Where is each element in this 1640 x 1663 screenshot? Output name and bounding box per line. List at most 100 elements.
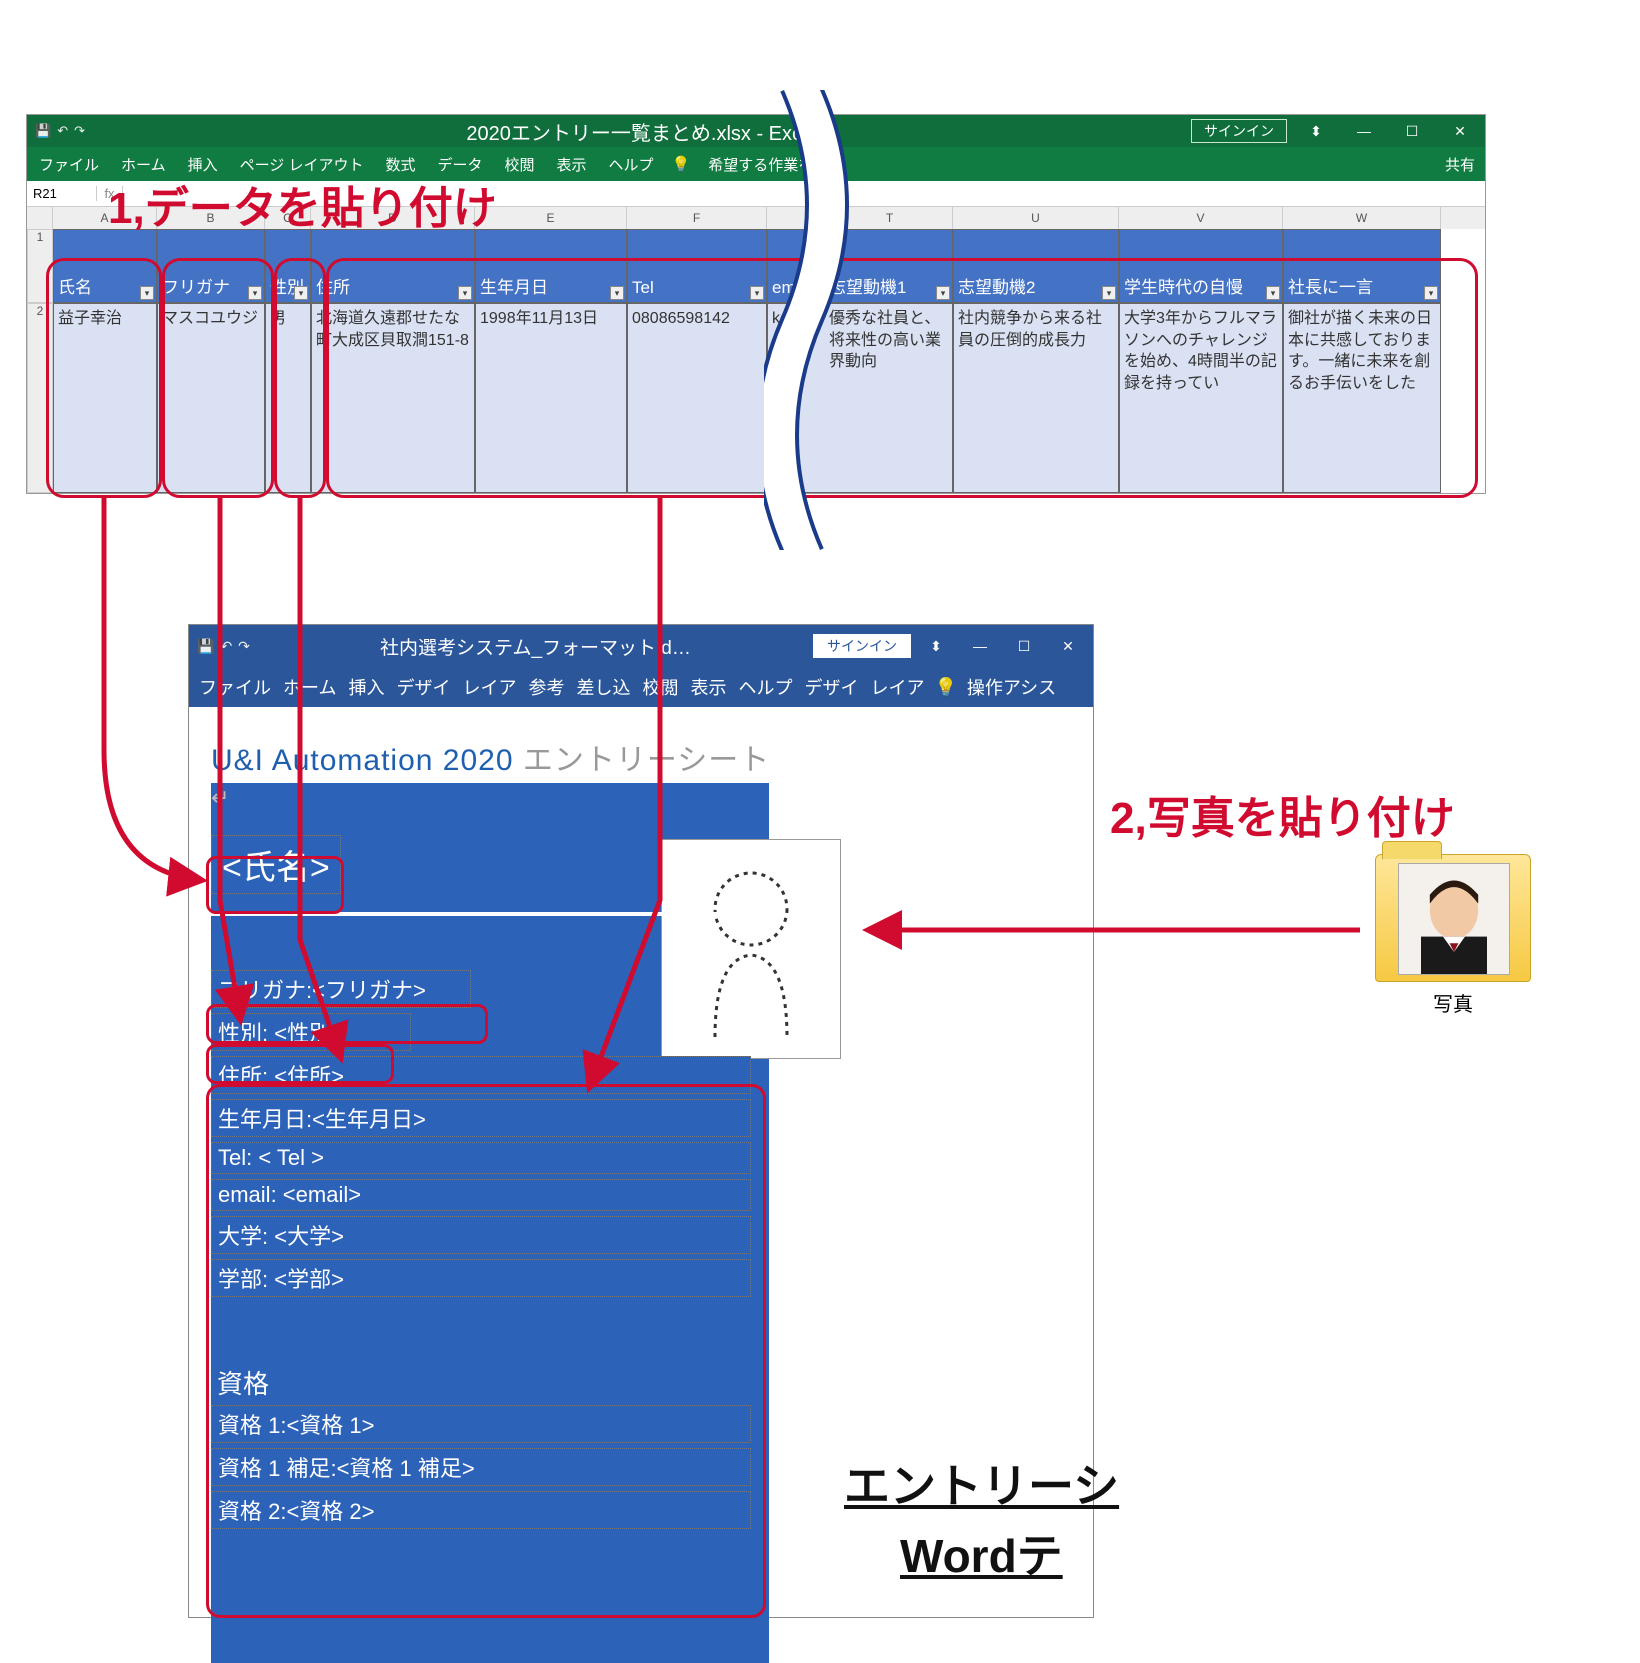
filter-icon[interactable]: ▾ xyxy=(248,286,262,300)
filter-icon[interactable]: ▾ xyxy=(610,286,624,300)
tab-insert[interactable]: 挿入 xyxy=(184,150,222,179)
filter-icon[interactable]: ▾ xyxy=(140,286,154,300)
redo-icon[interactable]: ↷ xyxy=(74,123,85,139)
maximize-icon[interactable]: ☐ xyxy=(1393,123,1431,140)
field-university[interactable]: 大学: <大学> xyxy=(211,1216,751,1254)
field-name[interactable]: <氏名> xyxy=(211,835,341,894)
th-motive1[interactable]: 志望動機1▾ xyxy=(825,229,953,303)
cell-gender[interactable]: 男 xyxy=(265,303,311,493)
col-a[interactable]: A xyxy=(53,207,157,229)
tab-view[interactable]: 表示 xyxy=(553,150,591,179)
minimize-icon[interactable]: — xyxy=(1345,123,1383,139)
tab-layout[interactable]: レイア xyxy=(460,670,518,704)
undo-icon[interactable]: ↶ xyxy=(220,638,232,655)
tab-file[interactable]: ファイル xyxy=(197,670,273,704)
th-motive2[interactable]: 志望動機2▾ xyxy=(953,229,1119,303)
tab-data[interactable]: データ xyxy=(433,150,486,179)
fx-icon[interactable]: fx xyxy=(97,186,123,201)
tab-design2[interactable]: デザイ xyxy=(802,670,860,704)
tab-references[interactable]: 参考 xyxy=(526,670,566,704)
th-pride[interactable]: 学生時代の自慢▾ xyxy=(1119,229,1283,303)
tab-design[interactable]: デザイ xyxy=(394,670,452,704)
cell-motive2[interactable]: 社内競争から来る社員の圧倒的成長力 xyxy=(953,303,1119,493)
filter-icon[interactable]: ▾ xyxy=(294,286,308,300)
col-u[interactable]: U xyxy=(953,207,1119,229)
th-dob[interactable]: 生年月日▾ xyxy=(475,229,627,303)
tab-review[interactable]: 校閲 xyxy=(640,670,680,704)
tab-review[interactable]: 校閲 xyxy=(501,150,539,179)
filter-icon[interactable]: ▾ xyxy=(936,286,950,300)
field-furigana[interactable]: フリガナ:<フリガナ> xyxy=(211,970,471,1008)
tab-home[interactable]: ホーム xyxy=(117,150,170,179)
close-icon[interactable]: ✕ xyxy=(1049,638,1087,655)
tab-page-layout[interactable]: ページ レイアウト xyxy=(236,150,368,179)
tell-me-input[interactable]: 操作アシス xyxy=(965,670,1058,704)
minimize-icon[interactable]: — xyxy=(961,638,999,654)
filter-icon[interactable]: ▾ xyxy=(458,286,472,300)
th-tel[interactable]: Tel▾ xyxy=(627,229,767,303)
field-faculty[interactable]: 学部: <学部> xyxy=(211,1259,751,1297)
th-furigana[interactable]: フリガナ▾ xyxy=(157,229,265,303)
bulb-icon: 💡 xyxy=(934,677,956,698)
col-d[interactable]: D xyxy=(311,207,475,229)
redo-icon[interactable]: ↷ xyxy=(238,638,250,655)
th-email[interactable]: email xyxy=(767,229,825,303)
col-c[interactable]: C xyxy=(265,207,311,229)
field-qual1-supp[interactable]: 資格 1 補足:<資格 1 補足> xyxy=(211,1448,751,1486)
tell-me-input[interactable]: 希望する作業を入 xyxy=(704,150,832,179)
th-gender[interactable]: 性別▾ xyxy=(265,229,311,303)
word-ribbon: ファイル ホーム 挿入 デザイ レイア 参考 差し込 校閲 表示 ヘルプ デザイ… xyxy=(189,667,1093,707)
field-email[interactable]: email: <email> xyxy=(211,1179,751,1211)
maximize-icon[interactable]: ☐ xyxy=(1005,638,1043,655)
th-address[interactable]: 住所▾ xyxy=(311,229,475,303)
th-message[interactable]: 社長に一言▾ xyxy=(1283,229,1441,303)
name-box[interactable]: R21 xyxy=(27,186,97,201)
col-e[interactable]: E xyxy=(475,207,627,229)
col-f[interactable]: F xyxy=(627,207,767,229)
excel-ribbon: ファイル ホーム 挿入 ページ レイアウト 数式 データ 校閲 表示 ヘルプ 💡… xyxy=(27,147,1485,181)
tab-layout2[interactable]: レイア xyxy=(868,670,926,704)
tab-help[interactable]: ヘルプ xyxy=(605,150,658,179)
filter-icon[interactable]: ▾ xyxy=(1266,286,1280,300)
tab-home[interactable]: ホーム xyxy=(281,670,338,704)
word-signin-button[interactable]: サインイン xyxy=(813,634,911,658)
field-qual1[interactable]: 資格 1:<資格 1> xyxy=(211,1405,751,1443)
save-icon[interactable]: 💾 xyxy=(35,123,51,139)
cell-message[interactable]: 御社が描く未来の日本に共感しております。一緒に未来を創るお手伝いをした xyxy=(1283,303,1441,493)
tab-mailings[interactable]: 差し込 xyxy=(574,670,632,704)
cell-address[interactable]: 北海道久遠郡せたな町大成区貝取澗151-8 xyxy=(311,303,475,493)
filter-icon[interactable]: ▾ xyxy=(1424,286,1438,300)
field-address[interactable]: 住所: <住所> xyxy=(211,1056,751,1094)
col-v[interactable]: V xyxy=(1119,207,1283,229)
ribbon-options-icon[interactable]: ⬍ xyxy=(1297,123,1335,140)
tab-file[interactable]: ファイル xyxy=(35,150,103,179)
photo-folder[interactable]: 写真 xyxy=(1366,854,1540,1017)
col-b[interactable]: B xyxy=(157,207,265,229)
tab-view[interactable]: 表示 xyxy=(688,670,728,704)
close-icon[interactable]: ✕ xyxy=(1441,123,1479,140)
field-dob[interactable]: 生年月日:<生年月日> xyxy=(211,1099,751,1137)
cell-pride[interactable]: 大学3年からフルマラソンへのチャレンジを始め、4時間半の記録を持ってい xyxy=(1119,303,1283,493)
field-tel[interactable]: Tel: < Tel > xyxy=(211,1142,751,1174)
field-gender[interactable]: 性別: <性別> xyxy=(211,1013,411,1051)
tab-help[interactable]: ヘルプ xyxy=(736,670,794,704)
col-t[interactable]: T xyxy=(827,207,953,229)
cell-furigana[interactable]: マスコユウジ xyxy=(157,303,265,493)
undo-icon[interactable]: ↶ xyxy=(57,123,68,139)
tab-insert[interactable]: 挿入 xyxy=(346,670,386,704)
tab-formulas[interactable]: 数式 xyxy=(381,150,419,179)
cell-motive1[interactable]: 優秀な社員と、将来性の高い業界動向 xyxy=(825,303,953,493)
cell-email[interactable]: ko-ji xyxy=(767,303,825,493)
filter-icon[interactable]: ▾ xyxy=(1102,286,1116,300)
filter-icon[interactable]: ▾ xyxy=(750,286,764,300)
excel-signin-button[interactable]: サインイン xyxy=(1191,119,1287,143)
cell-tel[interactable]: 08086598142 xyxy=(627,303,767,493)
save-icon[interactable]: 💾 xyxy=(197,638,214,655)
cell-name[interactable]: 益子幸治 xyxy=(53,303,157,493)
col-w[interactable]: W xyxy=(1283,207,1441,229)
th-name[interactable]: 氏名▾ xyxy=(53,229,157,303)
share-button[interactable]: 共有 xyxy=(1445,154,1475,175)
field-qual2[interactable]: 資格 2:<資格 2> xyxy=(211,1491,751,1529)
cell-dob[interactable]: 1998年11月13日 xyxy=(475,303,627,493)
ribbon-options-icon[interactable]: ⬍ xyxy=(917,638,955,655)
